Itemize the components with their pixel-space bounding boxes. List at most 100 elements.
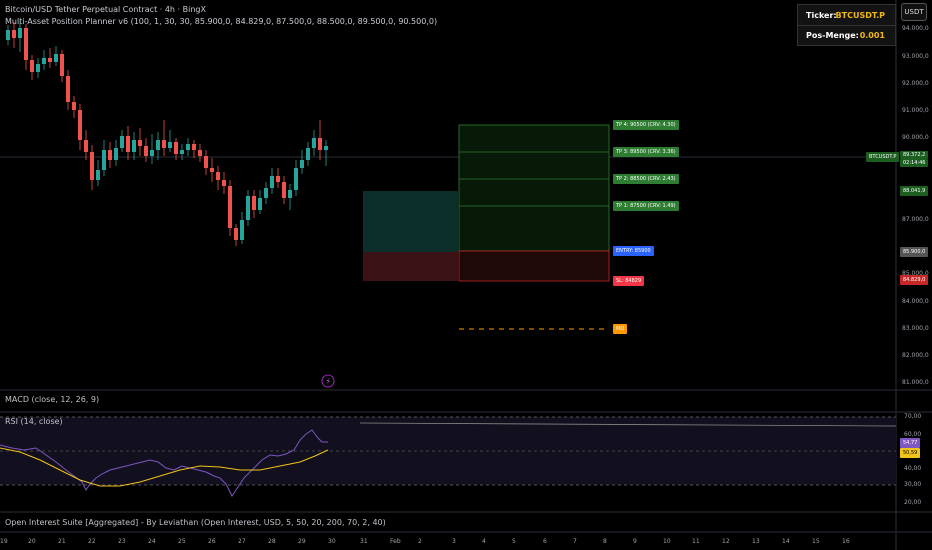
time-tick: 13 [752,538,760,545]
price-tick: 83.000,0 [902,325,929,332]
candle-body [102,150,106,170]
candle-body [156,140,160,150]
green-level-tag: 88.041,9 [900,186,929,196]
time-tick: Feb [390,538,401,545]
candle-body [204,156,208,168]
candle-body [144,146,148,156]
candle-body [300,160,304,168]
candle-body [252,196,256,210]
time-tick: 7 [573,538,577,545]
rsi-tick: 30,00 [904,481,922,488]
price-tick: 81.000,0 [902,379,929,386]
time-tick: 21 [58,538,66,545]
countdown-tag: 02:14:46 [900,159,929,167]
candle-body [282,182,286,198]
rsi-tick: 40,00 [904,465,922,472]
chart-canvas[interactable]: ⚡ [0,0,932,550]
candle-body [126,136,130,152]
macd-label[interactable]: MACD (close, 12, 26, 9) [5,395,99,404]
candle-body [306,148,310,160]
candle-body [78,110,82,140]
candle-body [288,190,292,198]
entry-level-tag: 85.900,0 [900,247,929,257]
time-tick: 6 [543,538,547,545]
candle-body [186,144,190,150]
time-tick: 8 [603,538,607,545]
price-tick: 84.000,0 [902,298,929,305]
candle-body [150,150,154,156]
candle-body [84,140,88,152]
candle-body [66,76,70,102]
time-tick: 11 [692,538,700,545]
svg-text:⚡: ⚡ [326,377,332,386]
entry-label: ENTRY: 85900 [613,246,654,256]
time-tick: 20 [28,538,36,545]
time-tick: 2 [418,538,422,545]
rsi-tick: 60,00 [904,431,922,438]
price-tick: 94.000,0 [902,25,929,32]
sl-zone [458,250,610,282]
candle-body [60,54,64,76]
candle-body [228,186,232,228]
candle-body [216,172,220,180]
time-tick: 30 [328,538,336,545]
candle-body [6,30,10,40]
candle-body [240,220,244,240]
time-tick: 22 [88,538,96,545]
tp4-label: TP 4: 90500 (CRV: 4.30) [613,120,679,130]
rsi-label[interactable]: RSI (14, close) [5,417,63,426]
candle-body [312,138,316,148]
candle-body [210,168,214,172]
time-tick: 10 [663,538,671,545]
oi-label[interactable]: Open Interest Suite [Aggregated] - By Le… [5,518,386,527]
time-tick: 19 [0,538,8,545]
candle-body [270,176,274,188]
mq-label: MQ [613,324,628,334]
candle-body [36,64,40,72]
candle-body [258,198,262,210]
candle-body [234,228,238,240]
time-tick: 14 [782,538,790,545]
time-tick: 4 [482,538,486,545]
candle-body [294,168,298,190]
candle-body [18,28,22,38]
rsi-value-tag: 54,77 [900,438,921,448]
rsi-tick: 70,00 [904,413,922,420]
price-tick: 91.000,0 [902,107,929,114]
tp3-label: TP 3: 89500 (CRV: 3.36) [613,147,679,157]
time-tick: 24 [148,538,156,545]
candle-body [162,140,166,148]
tp1-label: TP 1: 87500 (CRV: 1.49) [613,201,679,211]
time-tick: 25 [178,538,186,545]
last-price-tag: 89.372,2 [900,151,929,159]
tp2-label: TP 2: 88500 (CRV: 2.43) [613,174,679,184]
candle-body [198,150,202,156]
candle-body [96,170,100,180]
risk-zone [363,252,458,281]
candle-body [324,146,328,150]
time-tick: 9 [633,538,637,545]
time-tick: 12 [722,538,730,545]
candle-body [108,150,112,160]
time-tick: 16 [842,538,850,545]
candle-body [180,150,184,154]
time-tick: 29 [298,538,306,545]
symbol-tag: BTCUSDT.P [866,152,900,162]
time-tick: 3 [452,538,456,545]
price-tick: 93.000,0 [902,53,929,60]
candle-body [30,60,34,72]
reward-zone [363,191,458,252]
price-tick: 92.000,0 [902,80,929,87]
rsi-ma-value-tag: 50,59 [900,448,921,458]
time-tick: 28 [268,538,276,545]
candle-body [168,142,172,148]
candle-body [132,140,136,152]
time-tick: 26 [208,538,216,545]
sl-level-tag: 84.829,0 [900,275,929,285]
candle-body [138,140,142,146]
candle-body [54,54,58,62]
candle-body [90,152,94,180]
candle-body [318,138,322,150]
candle-body [12,30,16,38]
price-tick: 90.000,0 [902,134,929,141]
